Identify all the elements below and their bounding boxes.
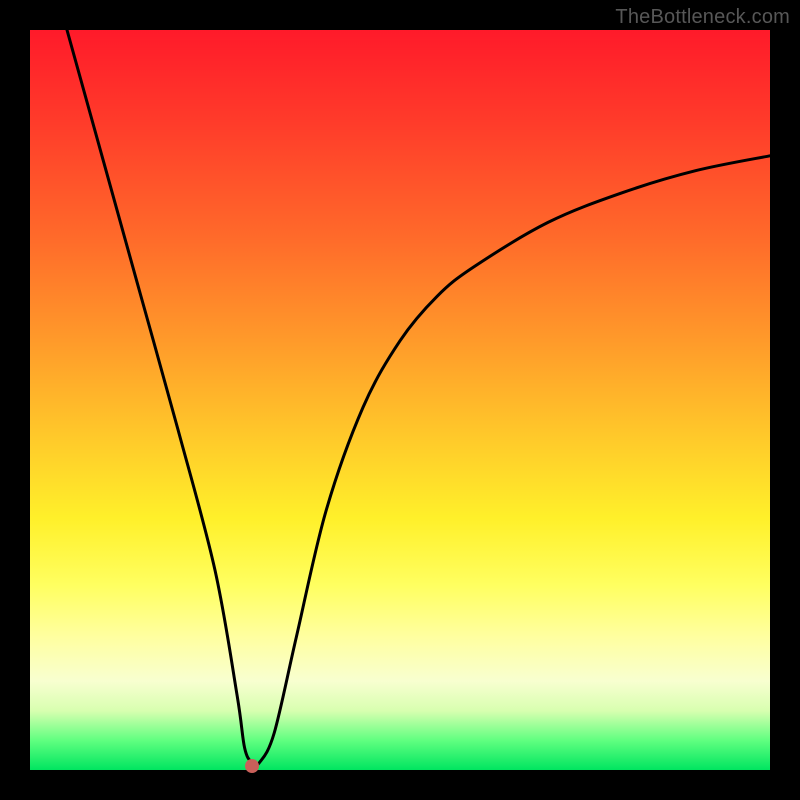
chart-frame: TheBottleneck.com — [0, 0, 800, 800]
plot-area — [30, 30, 770, 770]
attribution-text: TheBottleneck.com — [615, 6, 790, 29]
bottleneck-curve — [30, 30, 770, 770]
min-marker — [245, 759, 259, 773]
